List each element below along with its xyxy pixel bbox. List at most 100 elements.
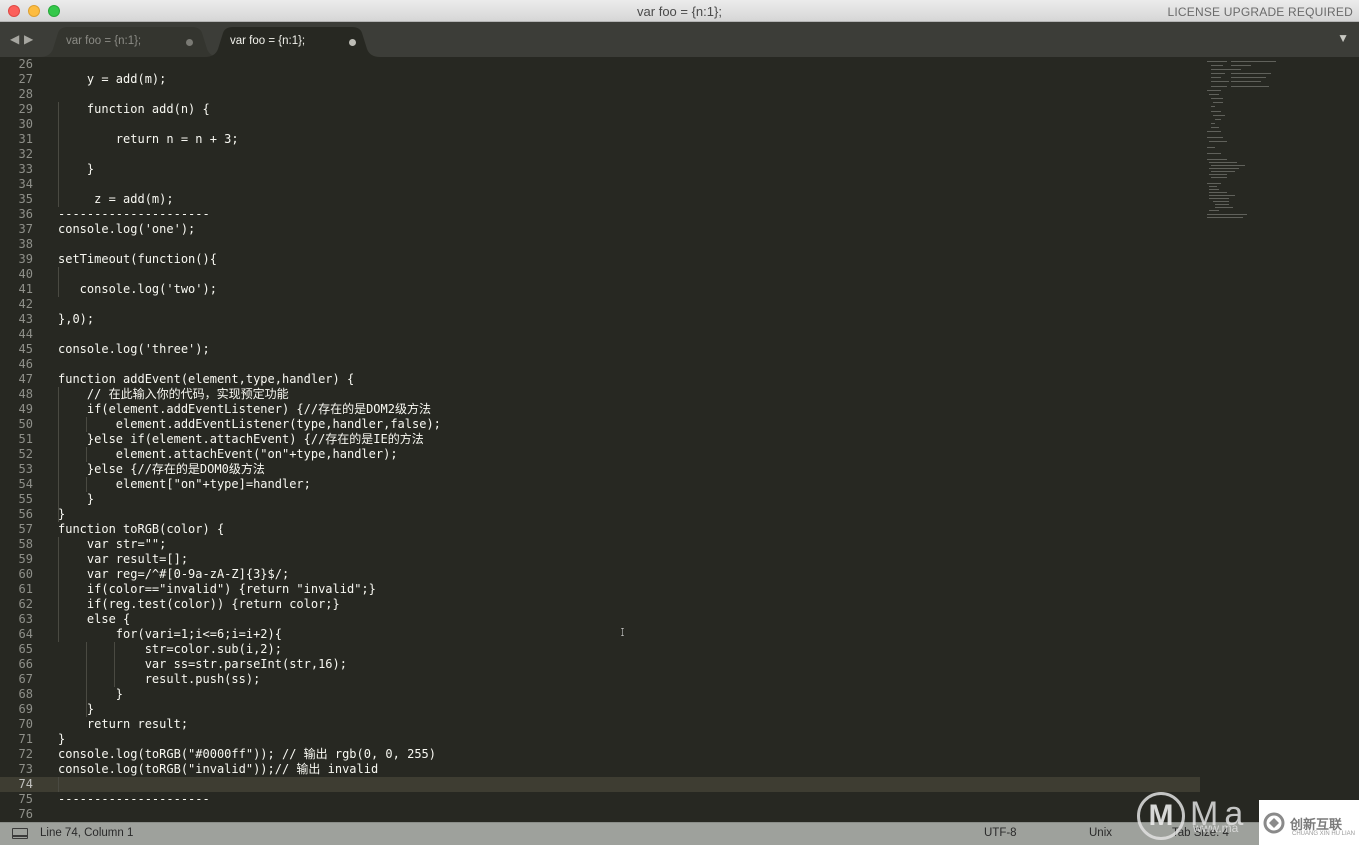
code-line[interactable]: 67 result.push(ss); [0, 672, 1200, 687]
code-editor[interactable]: 76 75 --------------------- 74 73 console.log… [0, 57, 1359, 822]
code-text[interactable]: element.addEventListener(type,handler,fa… [58, 417, 441, 432]
code-text[interactable]: console.log('one'); [58, 222, 195, 237]
code-text[interactable]: setTimeout(function(){ [58, 252, 217, 267]
code-text[interactable]: } [58, 162, 94, 177]
code-line[interactable]: 27 y = add(m); [0, 72, 1200, 87]
code-line[interactable]: 74 [0, 777, 1200, 792]
encoding-selector[interactable]: UTF-8 [984, 827, 1017, 839]
code-line[interactable]: 63 else { [0, 612, 1200, 627]
code-text[interactable]: function addEvent(element,type,handler) … [58, 372, 354, 387]
code-text[interactable]: }else if(element.attachEvent) {//存在的是IE的… [58, 432, 424, 447]
code-text[interactable]: console.log('three'); [58, 342, 210, 357]
code-text[interactable]: } [58, 702, 94, 717]
minimap[interactable] [1205, 59, 1315, 219]
code-line[interactable]: 31 return n = n + 3; [0, 132, 1200, 147]
code-line[interactable]: 59 var result=[]; [0, 552, 1200, 567]
code-text[interactable]: } [58, 507, 65, 522]
tab-file-2-active[interactable]: var foo = {n:1}; [205, 27, 380, 57]
code-line[interactable]: 36 --------------------- [0, 207, 1200, 222]
code-line[interactable]: 60 var reg=/^#[0-9a-zA-Z]{3}$/; [0, 567, 1200, 582]
code-line[interactable]: 75 --------------------- [0, 792, 1200, 807]
code-line[interactable]: 66 var ss=str.parseInt(str,16); [0, 657, 1200, 672]
code-line[interactable]: 34 [0, 177, 1200, 192]
code-line[interactable]: 49 if(element.addEventListener) {//存在的是D… [0, 402, 1200, 417]
code-line[interactable]: 76 [0, 807, 1200, 822]
code-line[interactable]: 73 console.log(toRGB("invalid"));// 输出 in… [0, 762, 1200, 777]
code-line[interactable]: 33 } [0, 162, 1200, 177]
code-line[interactable]: 53 }else {//存在的是DOM0级方法 [0, 462, 1200, 477]
triangle-left-icon[interactable]: ◀ [10, 32, 19, 46]
code-text[interactable]: z = add(m); [58, 192, 173, 207]
code-line[interactable]: 51 }else if(element.attachEvent) {//存在的是… [0, 432, 1200, 447]
console-panel-icon[interactable] [12, 828, 28, 839]
code-line[interactable]: 57 function toRGB(color) { [0, 522, 1200, 537]
code-line[interactable]: 47 function addEvent(element,type,handler… [0, 372, 1200, 387]
modified-dot-icon[interactable] [186, 39, 193, 46]
code-text[interactable]: --------------------- [58, 792, 210, 807]
license-upgrade-link[interactable]: LICENSE UPGRADE REQUIRED [1167, 5, 1353, 19]
code-text[interactable]: element.attachEvent("on"+type,handler); [58, 447, 398, 462]
code-line[interactable]: 64 for(vari=1;i<=6;i=i+2){ [0, 627, 1200, 642]
code-text[interactable]: } [58, 492, 94, 507]
line-endings-selector[interactable]: Unix [1089, 827, 1112, 839]
code-text[interactable]: var str=""; [58, 537, 166, 552]
code-text[interactable]: // 在此输入你的代码，实现预定功能 [58, 387, 289, 402]
code-line[interactable]: 45 console.log('three'); [0, 342, 1200, 357]
code-text[interactable]: function toRGB(color) { [58, 522, 224, 537]
code-text[interactable]: console.log(toRGB("#0000ff")); // 输出 rgb… [58, 747, 436, 762]
code-line[interactable]: 30 [0, 117, 1200, 132]
code-text[interactable]: for(vari=1;i<=6;i=i+2){ [58, 627, 282, 642]
code-text[interactable]: },0); [58, 312, 94, 327]
code-line[interactable]: 44 [0, 327, 1200, 342]
code-text[interactable]: element["on"+type]=handler; [58, 477, 311, 492]
code-text[interactable]: if(element.addEventListener) {//存在的是DOM2… [58, 402, 431, 417]
code-text[interactable]: console.log('two'); [58, 282, 217, 297]
code-line[interactable]: 38 [0, 237, 1200, 252]
code-text[interactable]: return result; [58, 717, 188, 732]
code-line[interactable]: 46 [0, 357, 1200, 372]
code-text[interactable]: if(reg.test(color)) {return color;} [58, 597, 340, 612]
code-line[interactable]: 43},0); [0, 312, 1200, 327]
code-text[interactable]: } [58, 732, 65, 747]
code-text[interactable]: else { [58, 612, 130, 627]
code-line[interactable]: 41 console.log('two'); [0, 282, 1200, 297]
code-line[interactable]: 68 } [0, 687, 1200, 702]
code-line[interactable]: 40 [0, 267, 1200, 282]
code-line[interactable]: 72 console.log(toRGB("#0000ff")); // 输出 r… [0, 747, 1200, 762]
code-text[interactable]: if(color=="invalid") {return "invalid";} [58, 582, 376, 597]
tab-file-1[interactable]: var foo = {n:1}; [40, 27, 220, 57]
code-line[interactable]: 56} [0, 507, 1200, 522]
code-line[interactable]: 70 return result; [0, 717, 1200, 732]
code-text[interactable]: --------------------- [58, 207, 210, 222]
code-line[interactable]: 37 console.log('one'); [0, 222, 1200, 237]
triangle-right-icon[interactable]: ▶ [24, 32, 33, 46]
code-line[interactable]: 39 setTimeout(function(){ [0, 252, 1200, 267]
code-line[interactable]: 58 var str=""; [0, 537, 1200, 552]
code-text[interactable]: function add(n) { [58, 102, 210, 117]
code-line[interactable]: 65 str=color.sub(i,2); [0, 642, 1200, 657]
modified-dot-icon[interactable] [349, 39, 356, 46]
code-text[interactable]: var reg=/^#[0-9a-zA-Z]{3}$/; [58, 567, 289, 582]
code-text[interactable]: var ss=str.parseInt(str,16); [58, 657, 347, 672]
code-text[interactable]: } [58, 687, 123, 702]
code-line[interactable]: 62 if(reg.test(color)) {return color;} [0, 597, 1200, 612]
code-line[interactable]: 26 [0, 57, 1200, 72]
code-line[interactable]: 28 [0, 87, 1200, 102]
code-text[interactable]: }else {//存在的是DOM0级方法 [58, 462, 265, 477]
code-line[interactable]: 48 // 在此输入你的代码，实现预定功能 [0, 387, 1200, 402]
code-line[interactable]: 29 function add(n) { [0, 102, 1200, 117]
code-text[interactable]: return n = n + 3; [58, 132, 239, 147]
code-line[interactable]: 50 element.addEventListener(type,handler… [0, 417, 1200, 432]
code-text[interactable]: result.push(ss); [58, 672, 261, 687]
code-line[interactable]: 35 z = add(m); [0, 192, 1200, 207]
code-text[interactable]: console.log(toRGB("invalid"));// 输出 inva… [58, 762, 378, 777]
code-line[interactable]: 69 } [0, 702, 1200, 717]
code-line[interactable]: 54 element["on"+type]=handler; [0, 477, 1200, 492]
code-line[interactable]: 71} [0, 732, 1200, 747]
code-text[interactable]: str=color.sub(i,2); [58, 642, 282, 657]
triangle-down-icon[interactable]: ▼ [1337, 31, 1349, 45]
code-line[interactable]: 32 [0, 147, 1200, 162]
code-line[interactable]: 61 if(color=="invalid") {return "invalid… [0, 582, 1200, 597]
code-line[interactable]: 55 } [0, 492, 1200, 507]
code-line[interactable]: 52 element.attachEvent("on"+type,handler… [0, 447, 1200, 462]
